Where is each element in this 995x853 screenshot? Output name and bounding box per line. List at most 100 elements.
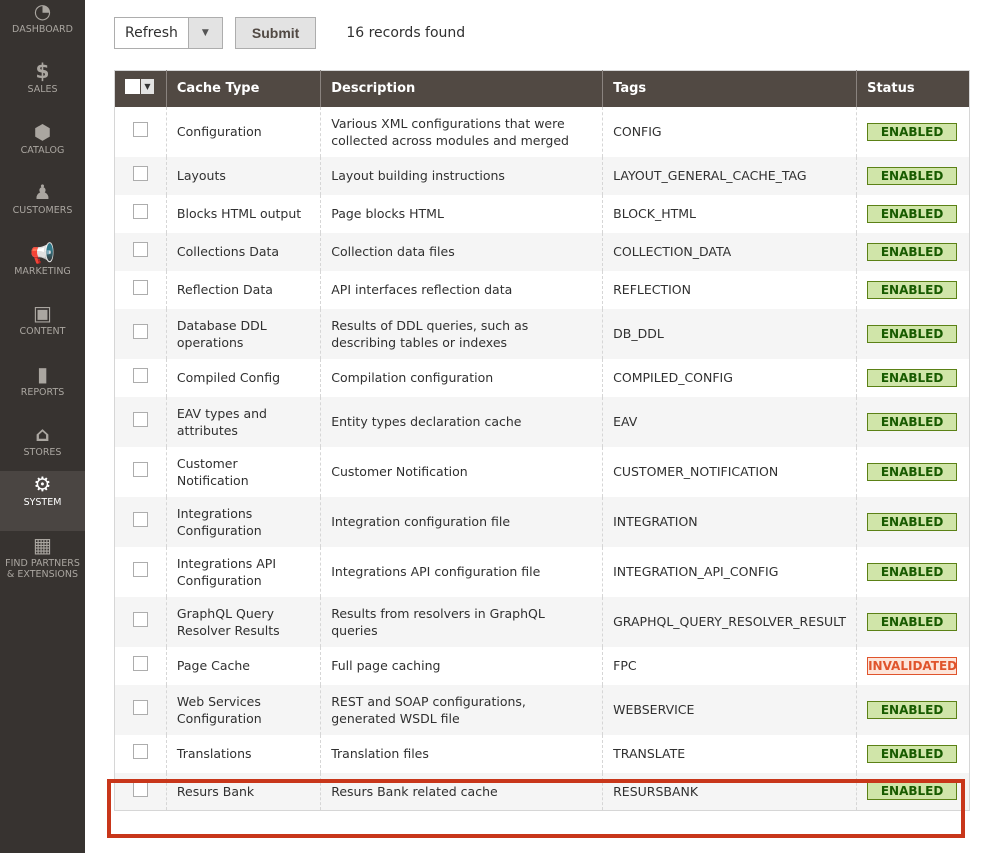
cache-tags: FPC: [602, 646, 857, 685]
submit-button[interactable]: Submit: [234, 17, 317, 49]
sidebar-item-marketing[interactable]: 📢 MARKETING: [0, 240, 85, 300]
row-checkbox[interactable]: [132, 242, 148, 257]
status-cell: ENABLED: [856, 496, 970, 547]
status-cell: ENABLED: [856, 396, 970, 447]
cache-tags: COLLECTION_DATA: [602, 232, 857, 271]
cache-tags: INTEGRATION_API_CONFIG: [602, 546, 857, 597]
row-select-cell: [115, 647, 167, 685]
chevron-down-icon[interactable]: ▼: [187, 18, 222, 48]
cache-description: Translation files: [320, 734, 603, 773]
row-checkbox[interactable]: [132, 700, 148, 715]
cache-tags: REFLECTION: [602, 270, 857, 309]
row-checkbox[interactable]: [132, 562, 148, 577]
row-checkbox[interactable]: [132, 324, 148, 339]
sidebar-item-find-partners-extensions[interactable]: ▦ FIND PARTNERS & EXTENSIONS: [0, 532, 85, 592]
lego-block-icon: ▦: [33, 533, 52, 557]
row-checkbox[interactable]: [132, 412, 148, 427]
row-select-cell: [115, 547, 167, 597]
cache-type: Blocks HTML output: [165, 194, 321, 233]
row-checkbox[interactable]: [132, 656, 148, 671]
sidebar-item-label: DASHBOARD: [12, 24, 73, 35]
cache-type: Translations: [165, 734, 321, 773]
row-checkbox[interactable]: [132, 781, 148, 797]
cache-description: REST and SOAP configurations, generated …: [320, 684, 603, 735]
table-row: Blocks HTML output Page blocks HTML BLOC…: [115, 194, 970, 233]
mass-action-toolbar: Refresh ▼ Submit 16 records found: [114, 17, 465, 49]
row-checkbox[interactable]: [132, 462, 148, 477]
row-select-cell: [115, 195, 167, 233]
cache-tags: COMPILED_CONFIG: [602, 358, 857, 397]
row-select-cell: [115, 447, 167, 497]
row-checkbox[interactable]: [132, 612, 148, 627]
sidebar-item-customers[interactable]: ♟ CUSTOMERS: [0, 179, 85, 239]
row-select-cell: [114, 232, 167, 271]
status-cell: ENABLED: [856, 546, 970, 597]
sidebar-item-catalog[interactable]: ⬢ CATALOG: [0, 119, 85, 179]
mass-select-header[interactable]: ▼: [114, 70, 167, 107]
status-badge: ENABLED: [867, 512, 958, 531]
cache-tags: DB_DDL: [602, 308, 857, 359]
row-select-cell: [114, 772, 167, 811]
status-badge: ENABLED: [867, 166, 958, 185]
cache-description: Collection data files: [320, 232, 603, 271]
table-row: Resurs Bank Resurs Bank related cache RE…: [114, 772, 970, 811]
bar-chart-icon: ▮: [36, 362, 48, 386]
cache-type: Configuration: [165, 106, 321, 157]
box-icon: ⬢: [33, 120, 52, 144]
sidebar-item-content[interactable]: ▣ CONTENT: [0, 300, 85, 360]
cache-tags: GRAPHQL_QUERY_RESOLVER_RESULT: [602, 596, 857, 647]
chevron-down-icon[interactable]: ▼: [141, 79, 154, 95]
action-select[interactable]: Refresh ▼: [114, 17, 223, 49]
row-checkbox[interactable]: [132, 204, 148, 219]
status-cell: ENABLED: [856, 156, 970, 195]
cache-type: Customer Notification: [165, 446, 321, 497]
table-row: EAV types and attributes Entity types de…: [114, 396, 970, 447]
cache-description: Full page caching: [320, 646, 603, 685]
status-cell: ENABLED: [856, 684, 970, 735]
cache-description: Page blocks HTML: [320, 194, 603, 233]
cache-type: Compiled Config: [165, 358, 321, 397]
layout-icon: ▣: [33, 301, 52, 325]
cache-description: Customer Notification: [320, 446, 603, 497]
cache-type: EAV types and attributes: [165, 396, 321, 447]
status-badge: ENABLED: [867, 744, 958, 763]
status-badge: ENABLED: [867, 368, 958, 387]
status-badge: ENABLED: [867, 462, 958, 481]
person-icon: ♟: [33, 180, 52, 204]
status-badge: ENABLED: [867, 612, 958, 631]
status-badge: ENABLED: [867, 324, 958, 343]
row-checkbox[interactable]: [132, 744, 148, 759]
row-checkbox[interactable]: [132, 368, 148, 383]
mass-select-checkbox[interactable]: ▼: [125, 79, 154, 95]
table-row: Layouts Layout building instructions LAY…: [114, 156, 970, 195]
row-checkbox[interactable]: [132, 512, 148, 527]
status-cell: ENABLED: [856, 772, 970, 811]
status-badge: ENABLED: [867, 700, 958, 719]
sidebar-item-label: SYSTEM: [23, 497, 62, 508]
records-count: 16 records found: [346, 25, 466, 41]
table-row: Translations Translation files TRANSLATE…: [115, 734, 970, 773]
cache-description: Integration configuration file: [320, 496, 603, 547]
row-select-cell: [114, 308, 167, 359]
sidebar-item-reports[interactable]: ▮ REPORTS: [0, 361, 85, 421]
cache-type: Integrations Configuration: [165, 496, 321, 547]
row-checkbox[interactable]: [132, 122, 148, 137]
cache-description: Results of DDL queries, such as describi…: [320, 308, 603, 359]
megaphone-icon: 📢: [30, 241, 55, 265]
cache-tags: LAYOUT_GENERAL_CACHE_TAG: [602, 156, 857, 195]
admin-sidebar: ◔ DASHBOARD $ SALES ⬢ CATALOG ♟ CUSTOMERS 📢 MARKE…: [0, 0, 85, 853]
sidebar-item-system[interactable]: ⚙ SYSTEM: [0, 471, 85, 531]
sidebar-item-sales[interactable]: $ SALES: [0, 58, 85, 118]
sidebar-item-label: MARKETING: [14, 266, 71, 277]
sidebar-item-dashboard[interactable]: ◔ DASHBOARD: [0, 0, 85, 58]
row-checkbox[interactable]: [132, 166, 148, 181]
gear-icon: ⚙: [33, 472, 52, 496]
column-cache-type: Cache Type: [165, 70, 321, 107]
row-select-cell: [114, 156, 167, 195]
table-row: Integrations API Configuration Integrati…: [115, 546, 970, 597]
dollar-icon: $: [35, 59, 50, 83]
sidebar-item-label: CATALOG: [20, 145, 65, 156]
cache-type: Reflection Data: [165, 270, 321, 309]
row-checkbox[interactable]: [132, 280, 148, 295]
status-cell: ENABLED: [856, 446, 970, 497]
